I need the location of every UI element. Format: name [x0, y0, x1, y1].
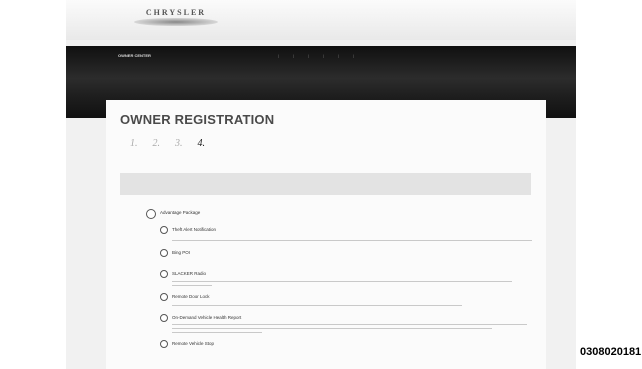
step-number: 4.: [197, 138, 206, 149]
option-name: On-Demand Vehicle Health Report: [172, 315, 242, 320]
nav-divider: |: [338, 53, 340, 58]
nav-divider: |: [323, 53, 325, 58]
step-number: 3.: [175, 138, 183, 149]
option-description: [172, 324, 527, 326]
nav-divider: |: [293, 53, 295, 58]
step-3[interactable]: 3.: [175, 138, 186, 149]
option-name: Remote Vehicle Stop: [172, 341, 215, 346]
option-name: SLACKER Radio: [172, 271, 207, 276]
package-name: Advantage Package: [160, 210, 201, 215]
step-2[interactable]: 2.: [153, 138, 164, 149]
owner-center-link[interactable]: OWNER CENTER: [118, 53, 151, 58]
wings-icon: [134, 18, 218, 26]
step-number: 1.: [130, 138, 138, 149]
step-4-current[interactable]: 4.: [198, 138, 209, 149]
owner-registration-screenshot: CHRYSLER OWNER CENTER | | | | | | OWNER: [66, 0, 576, 369]
step-number: 2.: [152, 138, 161, 149]
option-description: [172, 332, 262, 334]
chrysler-logo[interactable]: CHRYSLER: [128, 8, 224, 28]
registration-panel: OWNER REGISTRATION 1. 2. 3. 4. Advantage…: [106, 100, 546, 369]
nav-divider: |: [308, 53, 310, 58]
site-header: CHRYSLER: [66, 0, 576, 40]
advantage-package-radio[interactable]: [146, 209, 156, 219]
option-description: [172, 240, 532, 242]
nav-menu: | | | | | |: [271, 53, 361, 58]
option-radio-theft-alert[interactable]: [160, 226, 168, 234]
option-description: [172, 328, 492, 330]
option-name: Theft Alert Notification: [172, 227, 217, 232]
logo-wordmark: CHRYSLER: [145, 8, 207, 17]
option-description: [172, 305, 462, 307]
registration-steps: 1. 2. 3. 4.: [130, 138, 208, 149]
nav-divider: |: [278, 53, 280, 58]
figure-code: 0308020181: [580, 346, 642, 358]
option-description: [172, 285, 212, 287]
nav-divider: |: [353, 53, 355, 58]
option-radio-remote-vehicle-stop[interactable]: [160, 340, 168, 348]
option-name: Bing POI: [172, 250, 191, 255]
option-name: Remote Door Lock: [172, 294, 210, 299]
option-radio-bing-poi[interactable]: [160, 249, 168, 257]
option-radio-remote-door-lock[interactable]: [160, 293, 168, 301]
step-1[interactable]: 1.: [130, 138, 141, 149]
option-description: [172, 281, 512, 283]
package-header: [120, 173, 531, 195]
option-radio-slacker-radio[interactable]: [160, 270, 168, 278]
page-title: OWNER REGISTRATION: [120, 112, 275, 127]
option-radio-vehicle-health-report[interactable]: [160, 314, 168, 322]
